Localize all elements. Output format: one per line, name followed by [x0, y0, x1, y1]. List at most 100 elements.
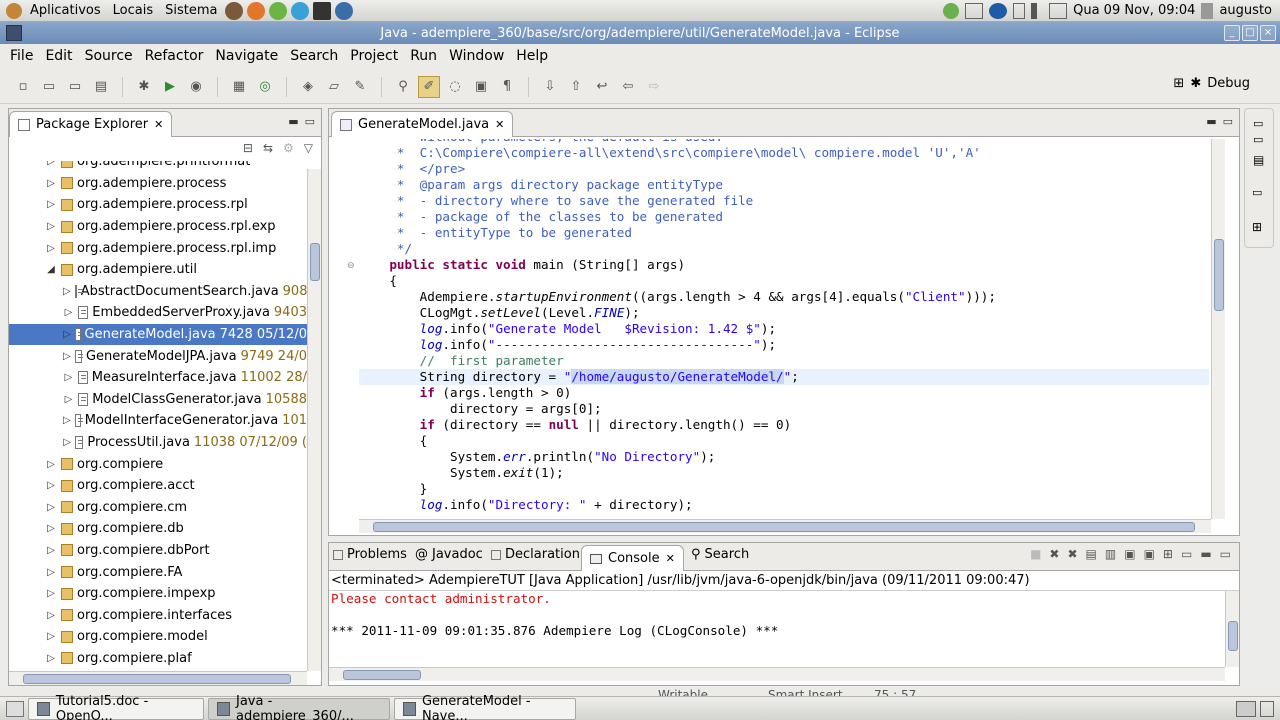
- back-icon[interactable]: ⇦: [617, 76, 639, 98]
- code-line[interactable]: {: [359, 433, 1209, 449]
- open-console-icon[interactable]: ⊞: [1163, 547, 1173, 561]
- maximize-view-icon[interactable]: ▭: [1223, 115, 1233, 128]
- block-icon[interactable]: ▣: [470, 76, 492, 98]
- maximize-view-icon[interactable]: ▭: [305, 115, 315, 128]
- terminal-icon[interactable]: [313, 1, 332, 20]
- expand-right-icon[interactable]: ▷: [45, 243, 57, 254]
- expand-right-icon[interactable]: ▷: [45, 523, 57, 534]
- clock[interactable]: Qua 09 Nov, 09:04: [1073, 3, 1195, 18]
- tab-declaration[interactable]: Declaration: [491, 547, 580, 562]
- tree-file-item[interactable]: ▷ ModelInterfaceGenerator.java 101: [9, 410, 307, 432]
- perspective-label[interactable]: Debug: [1207, 76, 1250, 91]
- maximize-icon[interactable]: □: [1242, 25, 1258, 41]
- tree-package-item[interactable]: ▷ org.compiere.cm: [9, 497, 307, 519]
- tree-file-item[interactable]: ▷ MeasureInterface.java 11002 28/: [9, 367, 308, 389]
- console-output[interactable]: Please contact administrator. *** 2011-11…: [331, 591, 1221, 639]
- tree-package-item[interactable]: ◢ org.adempiere.util: [9, 259, 307, 281]
- open-folder-icon[interactable]: ▱: [323, 76, 345, 98]
- code-line[interactable]: Adempiere.startupEnvironment((args.lengt…: [359, 289, 1209, 305]
- code-line[interactable]: if (args.length > 0): [359, 385, 1209, 401]
- menu-search[interactable]: Search: [284, 48, 344, 64]
- code-line[interactable]: String directory = "/home/augusto/Genera…: [359, 369, 1209, 385]
- launcher-icon[interactable]: [225, 1, 244, 20]
- task-eclipse[interactable]: Java - adempiere_360/...: [208, 694, 390, 720]
- expand-right-icon[interactable]: ▷: [63, 394, 74, 405]
- next-annotation-icon[interactable]: ⇩: [539, 76, 561, 98]
- code-line[interactable]: System.err.println("No Directory");: [359, 449, 1209, 465]
- tab-javadoc[interactable]: @ Javadoc: [415, 547, 483, 562]
- tab-close-icon[interactable]: ✕: [666, 552, 675, 565]
- minimize-view-icon[interactable]: ▬: [1200, 547, 1211, 561]
- new-class-icon[interactable]: ◎: [254, 76, 276, 98]
- console-vscroll-thumb[interactable]: [1228, 621, 1238, 651]
- tree-file-item[interactable]: ▷ GenerateModel.java 7428 05/12/0: [9, 323, 307, 346]
- code-line[interactable]: }: [359, 481, 1209, 497]
- task-browser[interactable]: GenerateModel - Nave...: [394, 694, 576, 720]
- expand-right-icon[interactable]: ▷: [63, 372, 74, 383]
- panel-menu-applications[interactable]: Aplicativos: [24, 3, 107, 18]
- new-package-icon[interactable]: ▦: [228, 76, 250, 98]
- minimize-icon[interactable]: _: [1224, 25, 1240, 41]
- show-console-icon[interactable]: ▣: [1144, 547, 1155, 561]
- remove-all-icon[interactable]: ✖: [1067, 547, 1077, 561]
- code-line[interactable]: log.info("Directory: " + directory);: [359, 497, 1209, 513]
- code-line[interactable]: */: [359, 241, 1209, 257]
- code-line[interactable]: * - package of the classes to be generat…: [359, 209, 1209, 225]
- minimize-view-icon[interactable]: ▬: [1206, 115, 1216, 128]
- run-icon[interactable]: ▶: [159, 76, 181, 98]
- tree-hscroll-thumb[interactable]: [23, 674, 291, 684]
- code-area[interactable]: * without parameters, the default is use…: [359, 139, 1209, 519]
- tree-package-item[interactable]: ▷ org.adempiere.process: [9, 173, 307, 195]
- clear-console-icon[interactable]: ▤: [1086, 547, 1097, 561]
- workspace-switcher-icon[interactable]: [1236, 700, 1256, 717]
- display-console-icon[interactable]: ▭: [1181, 547, 1192, 561]
- expand-right-icon[interactable]: ▷: [45, 610, 57, 621]
- volume-icon[interactable]: [1031, 2, 1043, 19]
- tab-generatemodel-java[interactable]: GenerateModel.java ✕: [331, 111, 514, 137]
- tab-search[interactable]: ⚲ Search: [691, 547, 749, 562]
- tree-package-item[interactable]: ▷ org.compiere.impexp: [9, 583, 307, 605]
- tree-package-item[interactable]: ▷ org.compiere: [9, 453, 307, 475]
- window-title-bar[interactable]: Java - adempiere_360/base/src/org/adempi…: [0, 22, 1280, 44]
- tree-file-item[interactable]: ▷ GenerateModelJPA.java 9749 24/0: [9, 345, 307, 367]
- code-line[interactable]: if (directory == null || directory.lengt…: [359, 417, 1209, 433]
- user-name[interactable]: augusto: [1219, 3, 1272, 18]
- panel-menu-system[interactable]: Sistema: [159, 3, 223, 18]
- open-perspective-icon[interactable]: ⊞: [1173, 76, 1184, 91]
- expand-down-icon[interactable]: ◢: [45, 264, 57, 275]
- tree-package-item[interactable]: ▷ org.compiere.interfaces: [9, 604, 307, 626]
- tree-vertical-scrollbar[interactable]: [307, 169, 321, 671]
- code-line[interactable]: CLogMgt.setLevel(Level.FINE);: [359, 305, 1209, 321]
- save-all-icon[interactable]: ▭: [64, 76, 86, 98]
- code-line[interactable]: * - directory where to save the generate…: [359, 193, 1209, 209]
- code-line[interactable]: * </pre>: [359, 161, 1209, 177]
- update-icon[interactable]: [943, 2, 960, 19]
- tree-package-item[interactable]: ▷ org.compiere.FA: [9, 561, 307, 583]
- expand-right-icon[interactable]: ▷: [45, 567, 57, 578]
- trash-icon[interactable]: [1260, 700, 1274, 717]
- tree-file-item[interactable]: ▷ ModelClassGenerator.java 10588: [9, 389, 307, 411]
- tree-package-item[interactable]: ▷ org.compiere.plaf: [9, 648, 307, 670]
- expand-right-icon[interactable]: ▷: [63, 437, 71, 448]
- menu-file[interactable]: File: [4, 48, 39, 64]
- editor-hscroll-thumb[interactable]: [373, 522, 1195, 532]
- expand-right-icon[interactable]: ▷: [45, 480, 57, 491]
- external-tools-icon[interactable]: ◉: [185, 76, 207, 98]
- pin-icon[interactable]: ⚲: [392, 76, 414, 98]
- fold-collapse-icon[interactable]: ⊖: [347, 261, 355, 271]
- menu-navigate[interactable]: Navigate: [209, 48, 284, 64]
- tree-package-item[interactable]: ▷ org.adempiere.process.rpl: [9, 194, 307, 216]
- console-vertical-scrollbar[interactable]: [1225, 591, 1239, 667]
- tab-console[interactable]: Console ✕: [581, 545, 684, 571]
- pencil-icon[interactable]: ✎: [349, 76, 371, 98]
- console-hscroll-thumb[interactable]: [343, 670, 421, 680]
- task-tutorial-doc[interactable]: Tutorial5.doc - OpenO...: [28, 694, 204, 720]
- code-line[interactable]: {: [359, 273, 1209, 289]
- scroll-lock-icon[interactable]: ▥: [1105, 547, 1116, 561]
- maximize-view-icon[interactable]: ▭: [1220, 547, 1231, 561]
- expand-right-icon[interactable]: ▷: [45, 588, 57, 599]
- menu-window[interactable]: Window: [443, 48, 510, 64]
- skype-icon[interactable]: [291, 1, 310, 20]
- expand-right-icon[interactable]: ▷: [45, 502, 57, 513]
- code-line[interactable]: * C:\Compiere\compiere-all\extend\src\co…: [359, 145, 1209, 161]
